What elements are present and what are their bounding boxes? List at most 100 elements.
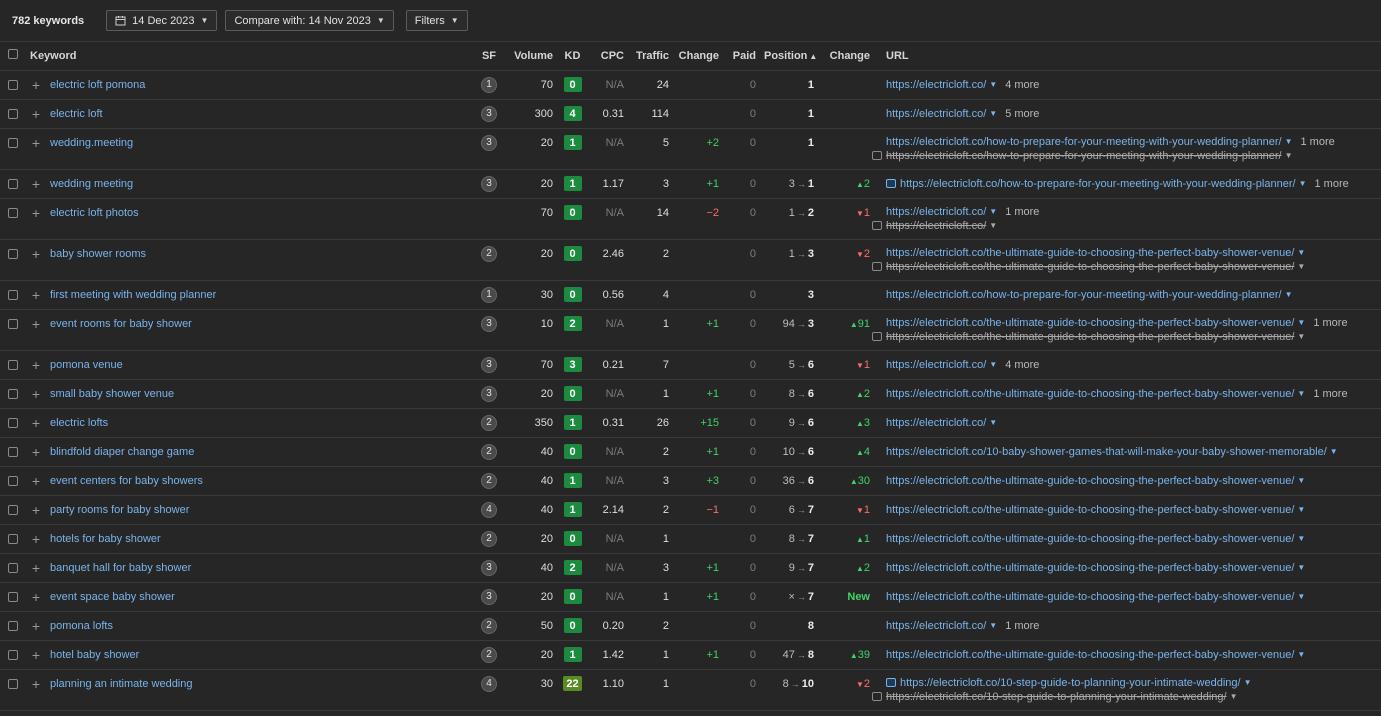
row-checkbox[interactable] <box>8 359 18 370</box>
keyword-link[interactable]: small baby shower venue <box>50 388 174 400</box>
chevron-down-icon[interactable]: ▼ <box>1244 678 1252 687</box>
row-checkbox[interactable] <box>8 289 18 300</box>
keyword-link[interactable]: pomona venue <box>50 359 123 371</box>
add-keyword-icon[interactable]: + <box>32 648 40 662</box>
col-kd[interactable]: KD <box>557 42 588 71</box>
col-position[interactable]: Position ▲ <box>760 42 818 71</box>
col-traffic[interactable]: Traffic <box>628 42 673 71</box>
keyword-link[interactable]: pomona lofts <box>50 620 113 632</box>
add-keyword-icon[interactable]: + <box>32 78 40 92</box>
add-keyword-icon[interactable]: + <box>32 317 40 331</box>
row-checkbox[interactable] <box>8 504 18 515</box>
serp-features-badge[interactable]: 3 <box>481 385 497 402</box>
ranking-url[interactable]: https://electricloft.co/ <box>886 620 986 632</box>
serp-features-badge[interactable]: 3 <box>481 559 497 576</box>
serp-features-badge[interactable]: 1 <box>481 286 497 303</box>
chevron-down-icon[interactable]: ▼ <box>989 621 997 630</box>
ranking-url[interactable]: https://electricloft.co/the-ultimate-gui… <box>886 475 1294 487</box>
row-checkbox[interactable] <box>8 649 18 660</box>
add-keyword-icon[interactable]: + <box>32 532 40 546</box>
more-urls[interactable]: 1 more <box>1005 206 1039 218</box>
chevron-down-icon[interactable]: ▼ <box>1285 290 1293 299</box>
serp-features-badge[interactable]: 1 <box>481 76 497 93</box>
keyword-link[interactable]: electric loft pomona <box>50 79 145 91</box>
add-keyword-icon[interactable]: + <box>32 590 40 604</box>
serp-features-badge[interactable]: 3 <box>481 356 497 373</box>
col-cpc[interactable]: CPC <box>588 42 628 71</box>
keyword-link[interactable]: electric loft <box>50 108 103 120</box>
ranking-url[interactable]: https://electricloft.co/how-to-prepare-f… <box>886 289 1282 301</box>
ranking-url[interactable]: https://electricloft.co/ <box>886 108 986 120</box>
add-keyword-icon[interactable]: + <box>32 416 40 430</box>
chevron-down-icon[interactable]: ▼ <box>989 360 997 369</box>
ranking-url[interactable]: https://electricloft.co/the-ultimate-gui… <box>886 504 1294 516</box>
serp-features-badge[interactable]: 4 <box>481 501 497 518</box>
more-urls[interactable]: 1 more <box>1300 136 1334 148</box>
row-checkbox[interactable] <box>8 446 18 457</box>
ranking-url[interactable]: https://electricloft.co/the-ultimate-gui… <box>886 388 1294 400</box>
chevron-down-icon[interactable]: ▼ <box>1285 137 1293 146</box>
chevron-down-icon[interactable]: ▼ <box>1297 534 1305 543</box>
ranking-url[interactable]: https://electricloft.co/the-ultimate-gui… <box>886 247 1294 259</box>
chevron-down-icon[interactable]: ▼ <box>1297 592 1305 601</box>
ranking-url[interactable]: https://electricloft.co/the-ultimate-gui… <box>886 533 1294 545</box>
row-checkbox[interactable] <box>8 207 18 218</box>
keyword-link[interactable]: hotels for baby shower <box>50 533 161 545</box>
chevron-down-icon[interactable]: ▼ <box>1297 318 1305 327</box>
row-checkbox[interactable] <box>8 475 18 486</box>
chevron-down-icon[interactable]: ▼ <box>1297 476 1305 485</box>
col-position-change[interactable]: Change <box>818 42 874 71</box>
keyword-link[interactable]: baby shower rooms <box>50 248 146 260</box>
chevron-down-icon[interactable]: ▼ <box>1297 248 1305 257</box>
more-urls[interactable]: 1 more <box>1005 620 1039 632</box>
chevron-down-icon[interactable]: ▼ <box>1230 692 1238 701</box>
ranking-url[interactable]: https://electricloft.co/how-to-prepare-f… <box>886 136 1282 148</box>
col-keyword[interactable]: Keyword <box>26 42 474 71</box>
serp-features-badge[interactable]: 2 <box>481 617 497 634</box>
chevron-down-icon[interactable]: ▼ <box>1297 332 1305 341</box>
row-checkbox[interactable] <box>8 248 18 259</box>
serp-features-badge[interactable]: 3 <box>481 175 497 192</box>
col-volume[interactable]: Volume <box>504 42 557 71</box>
add-keyword-icon[interactable]: + <box>32 561 40 575</box>
row-checkbox[interactable] <box>8 417 18 428</box>
add-keyword-icon[interactable]: + <box>32 107 40 121</box>
more-urls[interactable]: 5 more <box>1005 108 1039 120</box>
more-urls[interactable]: 4 more <box>1005 79 1039 91</box>
more-urls[interactable]: 4 more <box>1005 359 1039 371</box>
add-keyword-icon[interactable]: + <box>32 445 40 459</box>
chevron-down-icon[interactable]: ▼ <box>1297 563 1305 572</box>
ranking-url[interactable]: https://electricloft.co/10-baby-shower-g… <box>886 446 1327 458</box>
serp-features-badge[interactable]: 2 <box>481 472 497 489</box>
row-checkbox[interactable] <box>8 591 18 602</box>
chevron-down-icon[interactable]: ▼ <box>1299 179 1307 188</box>
row-checkbox[interactable] <box>8 533 18 544</box>
keyword-link[interactable]: blindfold diaper change game <box>50 446 194 458</box>
chevron-down-icon[interactable]: ▼ <box>1285 151 1293 160</box>
serp-features-badge[interactable]: 2 <box>481 245 497 262</box>
date-picker-button[interactable]: 14 Dec 2023 ▼ <box>106 10 218 31</box>
col-paid[interactable]: Paid <box>723 42 760 71</box>
add-keyword-icon[interactable]: + <box>32 358 40 372</box>
keyword-link[interactable]: banquet hall for baby shower <box>50 562 191 574</box>
keyword-link[interactable]: event rooms for baby shower <box>50 318 192 330</box>
col-url[interactable]: URL <box>874 42 1381 71</box>
add-keyword-icon[interactable]: + <box>32 136 40 150</box>
keyword-link[interactable]: electric lofts <box>50 417 108 429</box>
serp-features-badge[interactable]: 3 <box>481 315 497 332</box>
keyword-link[interactable]: wedding.meeting <box>50 137 133 149</box>
serp-features-badge[interactable]: 4 <box>481 675 497 692</box>
add-keyword-icon[interactable]: + <box>32 474 40 488</box>
serp-features-badge[interactable]: 2 <box>481 414 497 431</box>
chevron-down-icon[interactable]: ▼ <box>989 207 997 216</box>
chevron-down-icon[interactable]: ▼ <box>1297 389 1305 398</box>
keyword-link[interactable]: party rooms for baby shower <box>50 504 189 516</box>
ranking-url[interactable]: https://electricloft.co/10-step-guide-to… <box>900 677 1241 689</box>
row-checkbox[interactable] <box>8 178 18 189</box>
add-keyword-icon[interactable]: + <box>32 288 40 302</box>
col-sf[interactable]: SF <box>474 42 504 71</box>
row-checkbox[interactable] <box>8 678 18 689</box>
compare-button[interactable]: Compare with: 14 Nov 2023 ▼ <box>225 10 394 31</box>
ranking-url[interactable]: https://electricloft.co/the-ultimate-gui… <box>886 317 1294 329</box>
ranking-url[interactable]: https://electricloft.co/how-to-prepare-f… <box>900 178 1296 190</box>
